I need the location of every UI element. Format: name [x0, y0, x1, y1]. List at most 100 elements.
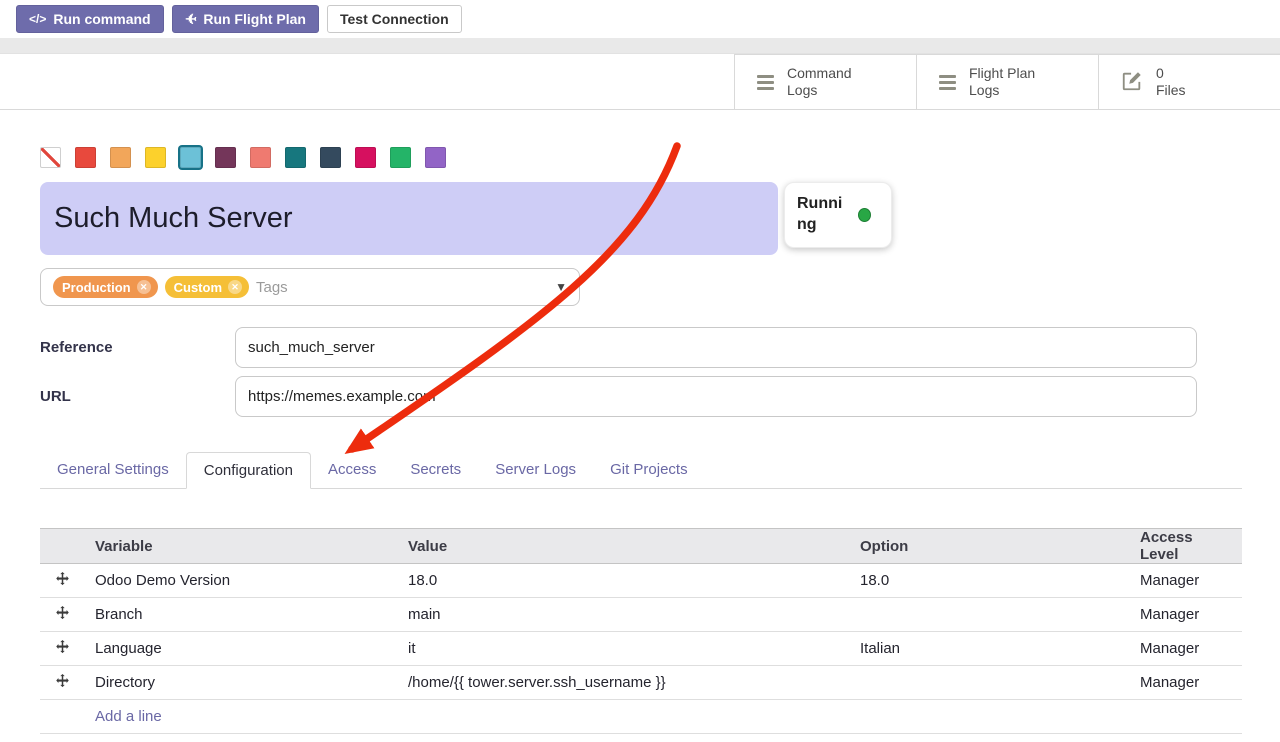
cell-value[interactable]: 18.0 [398, 564, 850, 598]
cell-access-level[interactable]: Manager [1130, 666, 1242, 700]
table-row[interactable]: Language it Italian Manager [40, 632, 1242, 666]
color-swatch[interactable] [320, 147, 341, 168]
drag-handle-icon[interactable] [40, 666, 85, 700]
field-group: Reference such_much_server URL https://m… [40, 327, 1242, 417]
tab-general-settings[interactable]: General Settings [40, 452, 186, 489]
form-sheet: Such Much Server Running Production ✕ Cu… [0, 147, 1280, 734]
form-header: Command Logs Flight Plan Logs 0 Files [0, 54, 1280, 110]
handle-column-header [40, 529, 85, 564]
color-swatch[interactable] [390, 147, 411, 168]
color-swatch[interactable] [425, 147, 446, 168]
cell-variable[interactable]: Branch [85, 598, 398, 632]
status-badge[interactable]: Running [784, 182, 892, 248]
url-row: URL https://memes.example.com [40, 376, 1242, 417]
tab-access[interactable]: Access [311, 452, 393, 489]
column-header-variable: Variable [85, 529, 398, 564]
column-header-option: Option [850, 529, 1130, 564]
notebook-tabs: General Settings Configuration Access Se… [40, 452, 1242, 489]
tab-secrets[interactable]: Secrets [393, 452, 478, 489]
url-input[interactable]: https://memes.example.com [235, 376, 1197, 417]
code-icon: </> [29, 12, 46, 26]
tags-row: Production ✕ Custom ✕ Tags ▼ [40, 268, 1242, 306]
table-header-row: Variable Value Option Access Level [40, 529, 1242, 564]
table-row[interactable]: Directory /home/{{ tower.server.ssh_user… [40, 666, 1242, 700]
chevron-down-icon[interactable]: ▼ [555, 280, 567, 294]
column-header-access-level: Access Level [1130, 529, 1242, 564]
tags-placeholder: Tags [256, 279, 288, 296]
command-logs-button[interactable]: Command Logs [734, 55, 916, 109]
tag-pill[interactable]: Custom ✕ [165, 276, 249, 298]
table-row[interactable]: Odoo Demo Version 18.0 18.0 Manager [40, 564, 1242, 598]
toolbar-separator [0, 38, 1280, 54]
stat-button-box: Command Logs Flight Plan Logs 0 Files [734, 54, 1280, 109]
color-swatch[interactable] [215, 147, 236, 168]
column-header-value: Value [398, 529, 850, 564]
status-dot-icon [858, 208, 871, 222]
run-command-button[interactable]: </> Run command [16, 5, 164, 33]
add-line-row: Add a line [40, 700, 1242, 734]
cell-variable[interactable]: Directory [85, 666, 398, 700]
drag-handle-icon[interactable] [40, 564, 85, 598]
files-count: 0 [1156, 65, 1186, 83]
cell-option[interactable]: 18.0 [850, 564, 1130, 598]
edit-file-icon [1121, 70, 1143, 95]
app-window: </> Run command ✈ Run Flight Plan Test C… [0, 0, 1280, 742]
tag-pill[interactable]: Production ✕ [53, 276, 158, 298]
cell-value[interactable]: main [398, 598, 850, 632]
color-swatch-selected[interactable] [180, 147, 201, 168]
cell-option[interactable] [850, 598, 1130, 632]
test-connection-label: Test Connection [340, 11, 449, 27]
run-flight-plan-button[interactable]: ✈ Run Flight Plan [172, 5, 319, 33]
tag-label: Production [62, 280, 131, 295]
menu-icon [939, 75, 956, 90]
remove-tag-icon[interactable]: ✕ [228, 280, 242, 294]
cell-option[interactable]: Italian [850, 632, 1130, 666]
command-logs-label: Command Logs [787, 65, 871, 100]
menu-icon [757, 75, 774, 90]
color-swatch[interactable] [75, 147, 96, 168]
run-flight-plan-label: Run Flight Plan [203, 11, 306, 27]
variables-table: Variable Value Option Access Level Odoo … [40, 528, 1242, 734]
url-label: URL [40, 388, 235, 405]
color-swatch[interactable] [110, 147, 131, 168]
reference-row: Reference such_much_server [40, 327, 1242, 368]
table-row[interactable]: Branch main Manager [40, 598, 1242, 632]
tags-input[interactable]: Production ✕ Custom ✕ Tags ▼ [40, 268, 580, 306]
top-toolbar: </> Run command ✈ Run Flight Plan Test C… [0, 0, 1280, 38]
color-swatch-none[interactable] [40, 147, 61, 168]
test-connection-button[interactable]: Test Connection [327, 5, 462, 33]
flight-plan-logs-label: Flight Plan Logs [969, 65, 1053, 100]
flight-plan-logs-button[interactable]: Flight Plan Logs [916, 55, 1098, 109]
tab-git-projects[interactable]: Git Projects [593, 452, 705, 489]
run-command-label: Run command [53, 11, 150, 27]
tab-configuration[interactable]: Configuration [186, 452, 311, 489]
cell-option[interactable] [850, 666, 1130, 700]
files-button[interactable]: 0 Files [1098, 55, 1280, 109]
color-swatch[interactable] [355, 147, 376, 168]
title-row: Such Much Server Running [40, 182, 1242, 255]
reference-label: Reference [40, 339, 235, 356]
cell-variable[interactable]: Odoo Demo Version [85, 564, 398, 598]
color-palette [40, 147, 1242, 168]
add-line-link[interactable]: Add a line [95, 708, 162, 725]
tab-server-logs[interactable]: Server Logs [478, 452, 593, 489]
cell-access-level[interactable]: Manager [1130, 598, 1242, 632]
cell-variable[interactable]: Language [85, 632, 398, 666]
status-label: Running [797, 194, 849, 236]
color-swatch[interactable] [250, 147, 271, 168]
record-title-input[interactable]: Such Much Server [40, 182, 778, 255]
files-label: Files [1156, 82, 1186, 100]
color-swatch[interactable] [285, 147, 306, 168]
drag-handle-icon[interactable] [40, 632, 85, 666]
plane-icon: ✈ [185, 11, 197, 28]
empty-cell [40, 700, 85, 734]
drag-handle-icon[interactable] [40, 598, 85, 632]
cell-value[interactable]: /home/{{ tower.server.ssh_username }} [398, 666, 850, 700]
tag-label: Custom [174, 280, 222, 295]
remove-tag-icon[interactable]: ✕ [137, 280, 151, 294]
cell-access-level[interactable]: Manager [1130, 632, 1242, 666]
cell-access-level[interactable]: Manager [1130, 564, 1242, 598]
cell-value[interactable]: it [398, 632, 850, 666]
reference-input[interactable]: such_much_server [235, 327, 1197, 368]
color-swatch[interactable] [145, 147, 166, 168]
